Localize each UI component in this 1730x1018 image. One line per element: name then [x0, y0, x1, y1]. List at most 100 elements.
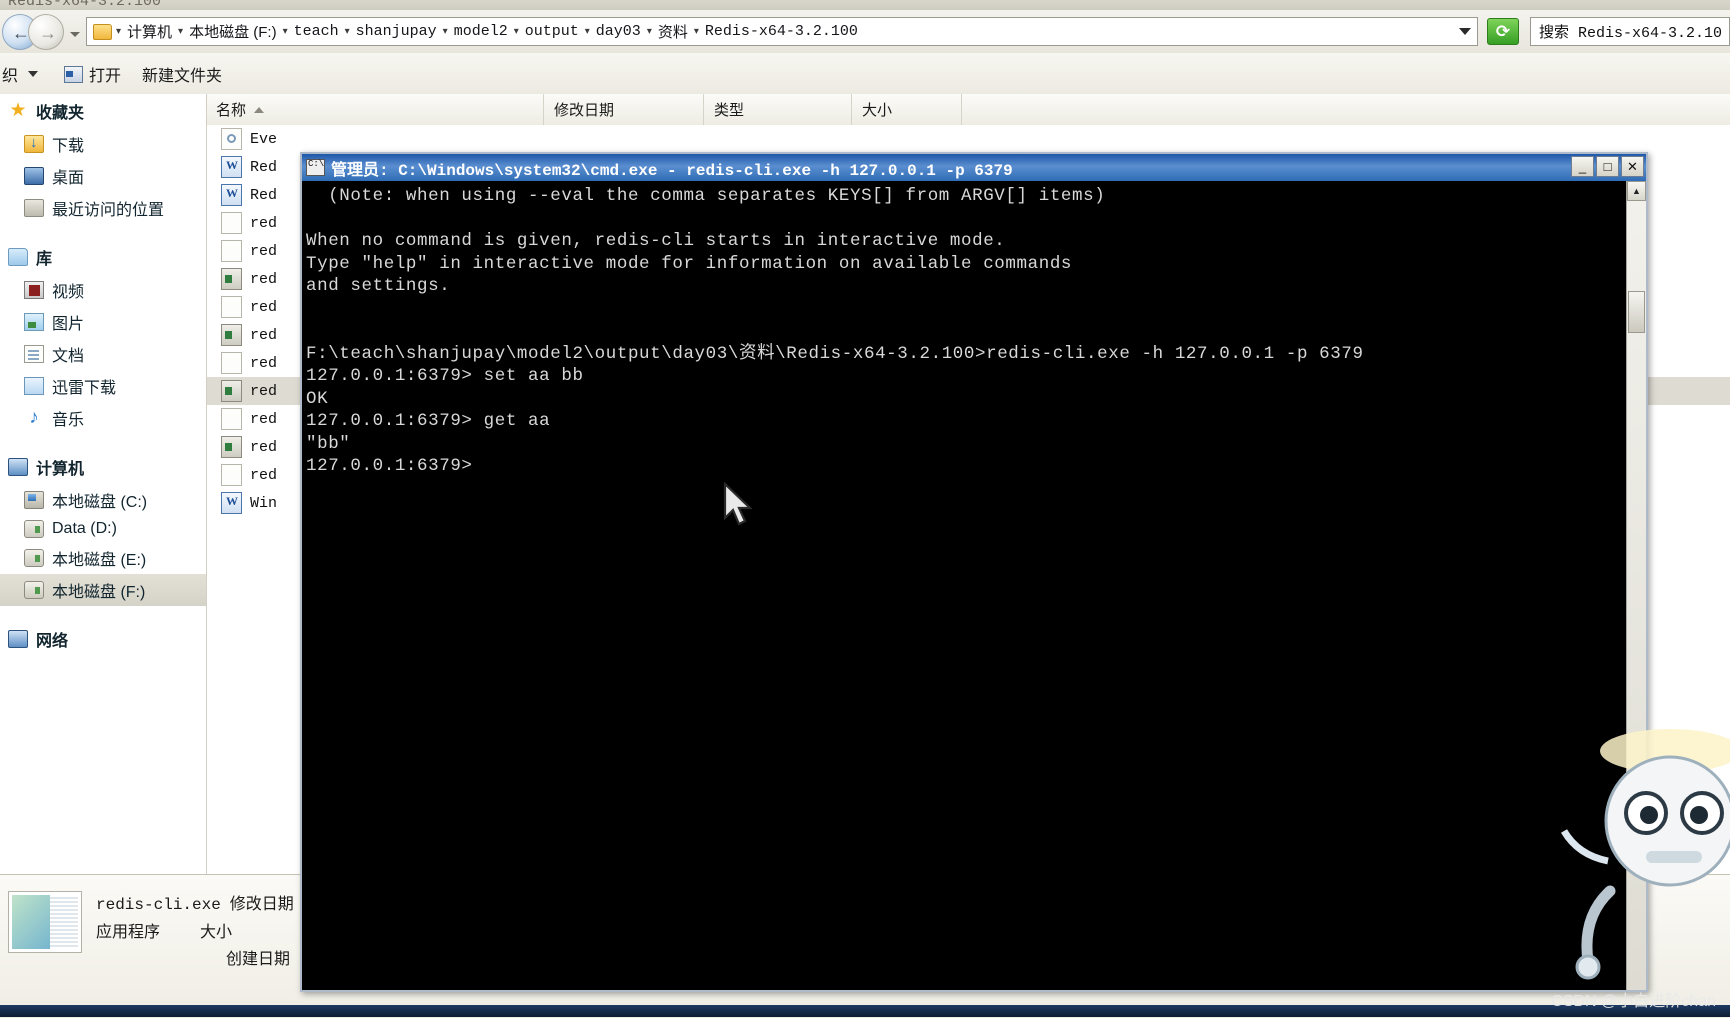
sidebar-item-1-2[interactable]: 文档: [0, 338, 206, 370]
star-icon: ★: [9, 100, 27, 121]
network-icon: [8, 630, 28, 648]
picture-icon: [24, 313, 44, 331]
sidebar-item-1-0[interactable]: 视频: [0, 274, 206, 306]
history-dropdown-icon[interactable]: [70, 32, 80, 37]
document-icon: [24, 345, 44, 363]
open-button[interactable]: 打开: [64, 62, 121, 86]
column-header-size[interactable]: 大小: [852, 94, 962, 125]
sidebar-item-0-2[interactable]: 最近访问的位置: [0, 192, 206, 224]
console-icon: [306, 159, 325, 176]
word-doc-icon: [221, 184, 242, 206]
breadcrumb-item[interactable]: 资料: [656, 21, 690, 42]
column-header-type[interactable]: 类型: [704, 94, 852, 125]
search-input[interactable]: 搜索 Redis-x64-3.2.10: [1530, 17, 1730, 46]
sidebar-item-1-3[interactable]: 迅雷下载: [0, 370, 206, 402]
folder-icon: [93, 23, 112, 40]
search-value: 搜索 Redis-x64-3.2.10: [1539, 25, 1723, 42]
sidebar-item-1-4[interactable]: ♪ 音乐: [0, 402, 206, 434]
column-header-date[interactable]: 修改日期: [544, 94, 704, 125]
sidebar-group-3[interactable]: 网络: [0, 622, 206, 656]
breadcrumb: ▾ 计算机 ▾ 本地磁盘 (F:) ▾ teach ▾ shanjupay ▾ model2 ▾ ou…: [87, 18, 1437, 45]
details-text: redis-cli.exe 修改日期 应用程序 大小 创建日期: [96, 891, 294, 973]
refresh-button[interactable]: ⟳: [1487, 18, 1519, 45]
breadcrumb-item[interactable]: teach: [292, 23, 341, 40]
sidebar-item-0-1[interactable]: 桌面: [0, 160, 206, 192]
maximize-button[interactable]: □: [1596, 156, 1619, 177]
exe-file-icon: [221, 324, 242, 346]
breadcrumb-item[interactable]: model2: [452, 23, 510, 40]
forward-button[interactable]: →: [28, 14, 64, 50]
blank-file-icon: [221, 408, 242, 430]
sidebar-group-label: 库: [36, 251, 53, 268]
console-output-area[interactable]: (Note: when using --eval the comma separ…: [302, 181, 1646, 990]
blank-file-icon: [221, 212, 242, 234]
gear-file-icon: [221, 128, 242, 150]
sidebar-item-2-1[interactable]: Data (D:): [0, 516, 206, 542]
breadcrumb-separator: ▾: [282, 26, 288, 37]
file-name: red: [250, 298, 278, 316]
exe-file-icon: [221, 268, 242, 290]
sidebar-item-label: 迅雷下载: [52, 380, 117, 397]
exe-file-icon: [221, 436, 242, 458]
sidebar-item-label: 图片: [52, 316, 85, 333]
sidebar-item-label: 文档: [52, 348, 85, 365]
details-file-name: redis-cli.exe: [96, 896, 221, 914]
sidebar-group-1[interactable]: 库: [0, 240, 206, 274]
file-name: red: [250, 326, 278, 344]
details-size-label: 大小: [200, 924, 233, 941]
sidebar-item-2-2[interactable]: 本地磁盘 (E:): [0, 542, 206, 574]
sidebar-item-2-0[interactable]: 本地磁盘 (C:): [0, 484, 206, 516]
sidebar-item-label: 视频: [52, 284, 85, 301]
sidebar-item-2-3[interactable]: 本地磁盘 (F:): [0, 574, 206, 606]
console-output: (Note: when using --eval the comma separ…: [306, 186, 1364, 476]
breadcrumb-item[interactable]: 计算机: [125, 21, 174, 42]
mouse-cursor: [723, 482, 753, 526]
chevron-down-icon[interactable]: [1459, 28, 1471, 35]
toolbar: 织 打开 新建文件夹: [0, 53, 1730, 95]
sidebar-group-2[interactable]: 计算机: [0, 450, 206, 484]
table-row[interactable]: Eve: [207, 125, 1730, 153]
organize-menu-button[interactable]: 织: [2, 62, 39, 86]
sidebar-group-0[interactable]: ★ 收藏夹: [0, 94, 206, 128]
close-button[interactable]: ✕: [1621, 156, 1644, 177]
sidebar-item-label: 本地磁盘 (E:): [52, 552, 147, 569]
sidebar-item-label: 下载: [52, 138, 85, 155]
breadcrumb-separator: ▾: [646, 26, 652, 37]
breadcrumb-item[interactable]: day03: [594, 23, 643, 40]
file-name: red: [250, 354, 278, 372]
scrollbar-thumb[interactable]: [1628, 291, 1645, 333]
breadcrumb-item[interactable]: output: [523, 23, 581, 40]
scroll-up-button[interactable]: ▲: [1627, 181, 1646, 201]
taskbar[interactable]: [0, 1005, 1730, 1017]
column-header-name[interactable]: 名称: [206, 94, 544, 125]
command-prompt-window[interactable]: 管理员: C:\Windows\system32\cmd.exe - redis…: [300, 152, 1648, 992]
disk-icon: [24, 581, 44, 599]
column-label: 修改日期: [554, 102, 615, 119]
minimize-button[interactable]: _: [1571, 156, 1594, 177]
breadcrumb-separator: ▾: [513, 26, 519, 37]
column-label: 大小: [862, 102, 893, 119]
sidebar-group-label: 网络: [36, 633, 69, 650]
console-title-bar[interactable]: 管理员: C:\Windows\system32\cmd.exe - redis…: [302, 154, 1646, 181]
sidebar-item-0-0[interactable]: 下载: [0, 128, 206, 160]
breadcrumb-item[interactable]: 本地磁盘 (F:): [187, 21, 279, 42]
blank-file-icon: [221, 296, 242, 318]
new-folder-label: 新建文件夹: [142, 68, 223, 85]
file-name: Win: [250, 494, 278, 512]
disk-icon: [24, 549, 44, 567]
address-bar[interactable]: ▾ 计算机 ▾ 本地磁盘 (F:) ▾ teach ▾ shanjupay ▾ model2 ▾ ou…: [86, 17, 1478, 46]
file-name: red: [250, 410, 278, 428]
details-type-value: 应用程序: [96, 924, 161, 941]
disk-icon: [24, 520, 44, 538]
sidebar-group-label: 收藏夹: [36, 105, 85, 122]
sidebar-item-1-1[interactable]: 图片: [0, 306, 206, 338]
new-folder-button[interactable]: 新建文件夹: [142, 62, 222, 86]
blank-file-icon: [221, 352, 242, 374]
breadcrumb-item[interactable]: Redis-x64-3.2.100: [703, 23, 860, 40]
column-headers: 名称 修改日期 类型 大小: [206, 94, 1730, 126]
breadcrumb-separator: ▾: [442, 26, 448, 37]
breadcrumb-item[interactable]: shanjupay: [354, 23, 439, 40]
system-disk-icon: [24, 491, 44, 509]
forward-arrow-icon: →: [39, 23, 57, 43]
breadcrumb-separator: ▾: [344, 26, 350, 37]
